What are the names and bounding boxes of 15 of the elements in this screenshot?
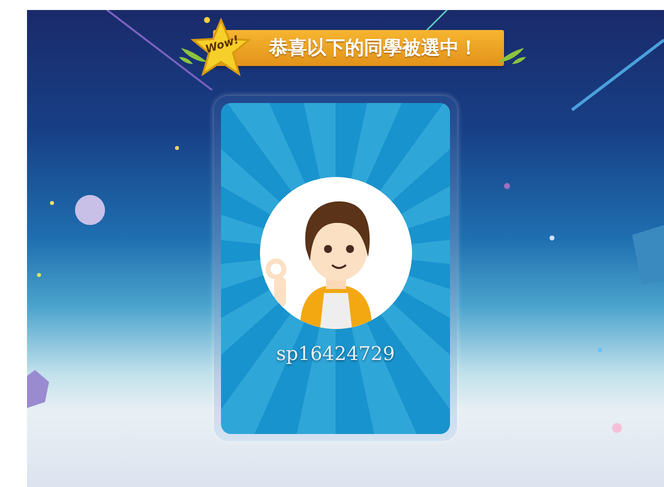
star-dot bbox=[175, 146, 179, 150]
crystal-drawing bbox=[27, 370, 49, 408]
banner-title: 恭喜以下的同學被選中！ bbox=[269, 36, 478, 61]
wow-label: Wow! bbox=[204, 33, 240, 56]
star-icon bbox=[191, 18, 251, 76]
star-dot bbox=[550, 236, 554, 240]
star-dot bbox=[37, 273, 41, 277]
username: sp16424729 bbox=[276, 343, 395, 365]
star-dot bbox=[504, 183, 510, 189]
planet-drawing bbox=[75, 195, 105, 225]
crystal-drawing bbox=[632, 225, 664, 285]
star-dot bbox=[50, 201, 54, 205]
star-dot bbox=[612, 423, 622, 433]
star-dot bbox=[598, 348, 602, 352]
star-dot bbox=[204, 17, 210, 23]
